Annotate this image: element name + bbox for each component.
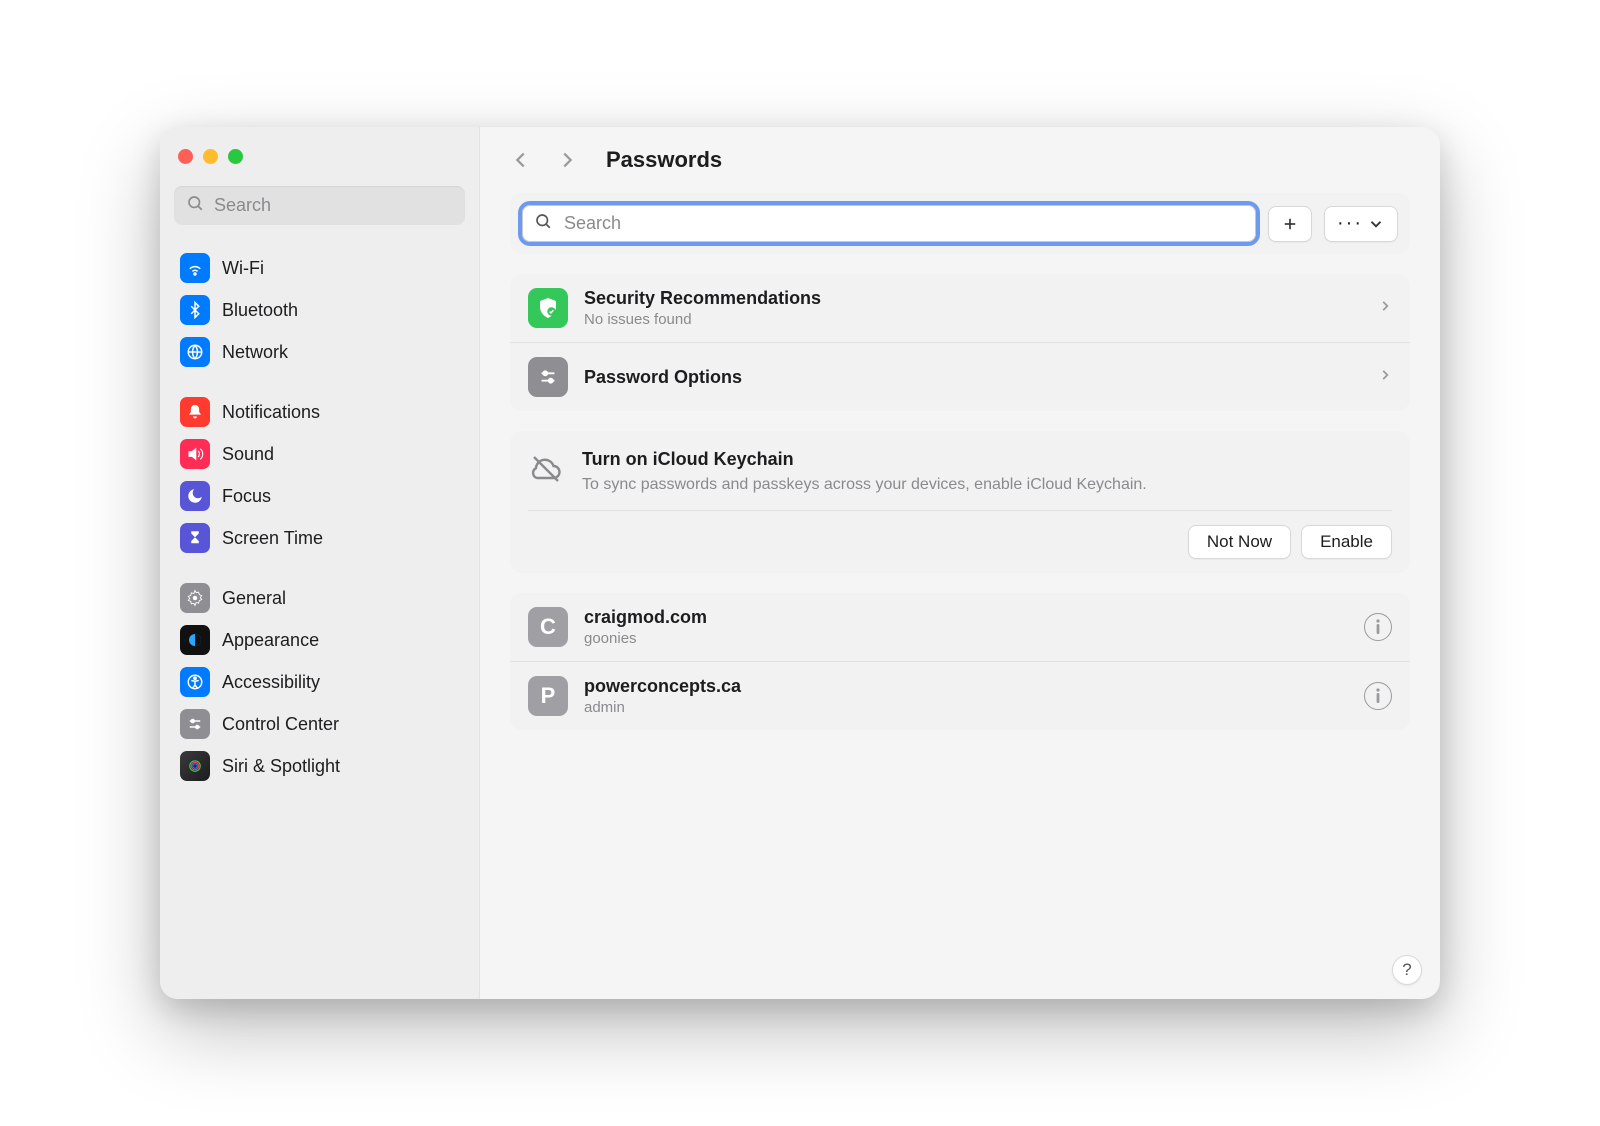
- sidebar-item-label: Network: [222, 342, 288, 363]
- icloud-keychain-card: Turn on iCloud Keychain To sync password…: [510, 431, 1410, 573]
- content: ··· Security Recommendations No issues f…: [480, 183, 1440, 760]
- security-section: Security Recommendations No issues found…: [510, 274, 1410, 411]
- keychain-title: Turn on iCloud Keychain: [582, 449, 1147, 470]
- close-button[interactable]: [178, 149, 193, 164]
- info-button[interactable]: [1364, 613, 1392, 641]
- search-icon: [534, 212, 552, 235]
- enable-button[interactable]: Enable: [1301, 525, 1392, 559]
- sliders-icon: [180, 709, 210, 739]
- sidebar-group: Wi-Fi Bluetooth Network: [174, 247, 465, 373]
- sidebar-item-notifications[interactable]: Notifications: [174, 391, 465, 433]
- sidebar-item-general[interactable]: General: [174, 577, 465, 619]
- keychain-actions: Not Now Enable: [528, 510, 1392, 559]
- sidebar-item-label: Wi-Fi: [222, 258, 264, 279]
- search-icon: [186, 194, 204, 217]
- fullscreen-button[interactable]: [228, 149, 243, 164]
- chevron-right-icon: [1378, 368, 1392, 387]
- sidebar-item-siri[interactable]: Siri & Spotlight: [174, 745, 465, 787]
- sidebar-group: General Appearance Accessibility Control…: [174, 577, 465, 787]
- settings-window: Wi-Fi Bluetooth Network Notific: [160, 127, 1440, 999]
- sidebar-item-accessibility[interactable]: Accessibility: [174, 661, 465, 703]
- security-recommendations-title: Security Recommendations: [584, 288, 1362, 309]
- sidebar-item-label: Screen Time: [222, 528, 323, 549]
- entry-site: craigmod.com: [584, 607, 1348, 628]
- wifi-icon: [180, 253, 210, 283]
- bell-icon: [180, 397, 210, 427]
- password-options-row[interactable]: Password Options: [510, 342, 1410, 411]
- main-pane: Passwords ···: [480, 127, 1440, 999]
- gear-icon: [180, 583, 210, 613]
- sidebar-item-screentime[interactable]: Screen Time: [174, 517, 465, 559]
- sidebar-item-sound[interactable]: Sound: [174, 433, 465, 475]
- keychain-message: Turn on iCloud Keychain To sync password…: [582, 449, 1147, 496]
- entry-username: admin: [584, 699, 1348, 716]
- password-entries: C craigmod.com goonies P powerconcepts.c…: [510, 593, 1410, 730]
- sidebar-item-label: Siri & Spotlight: [222, 756, 340, 777]
- chevron-down-icon: [1367, 215, 1385, 233]
- siri-icon: [180, 751, 210, 781]
- entry-site: powerconcepts.ca: [584, 676, 1348, 697]
- more-options-button[interactable]: ···: [1324, 206, 1398, 242]
- sidebar-item-label: General: [222, 588, 286, 609]
- forward-button[interactable]: [556, 149, 578, 171]
- sidebar-item-label: Bluetooth: [222, 300, 298, 321]
- sidebar-item-network[interactable]: Network: [174, 331, 465, 373]
- window-controls: [174, 145, 465, 186]
- sidebar-search-input[interactable]: [212, 194, 453, 217]
- passwords-search-bar: ···: [510, 193, 1410, 254]
- sidebar-item-label: Focus: [222, 486, 271, 507]
- speaker-icon: [180, 439, 210, 469]
- sidebar-item-focus[interactable]: Focus: [174, 475, 465, 517]
- sidebar: Wi-Fi Bluetooth Network Notific: [160, 127, 480, 999]
- password-entry-row[interactable]: P powerconcepts.ca admin: [510, 661, 1410, 730]
- sidebar-item-label: Notifications: [222, 402, 320, 423]
- moon-icon: [180, 481, 210, 511]
- sidebar-item-label: Control Center: [222, 714, 339, 735]
- row-body: Security Recommendations No issues found: [584, 288, 1362, 328]
- hourglass-icon: [180, 523, 210, 553]
- sidebar-item-appearance[interactable]: Appearance: [174, 619, 465, 661]
- security-recommendations-subtitle: No issues found: [584, 311, 1362, 328]
- site-monogram: C: [528, 607, 568, 647]
- page-title: Passwords: [606, 147, 722, 173]
- row-body: Password Options: [584, 367, 1362, 388]
- bluetooth-icon: [180, 295, 210, 325]
- sidebar-item-controlcenter[interactable]: Control Center: [174, 703, 465, 745]
- sidebar-item-label: Sound: [222, 444, 274, 465]
- help-button[interactable]: ?: [1392, 955, 1422, 985]
- row-body: powerconcepts.ca admin: [584, 676, 1348, 716]
- add-password-button[interactable]: [1268, 206, 1312, 242]
- password-options-title: Password Options: [584, 367, 1362, 388]
- password-entry-row[interactable]: C craigmod.com goonies: [510, 593, 1410, 661]
- sidebar-item-bluetooth[interactable]: Bluetooth: [174, 289, 465, 331]
- sidebar-search[interactable]: [174, 186, 465, 225]
- accessibility-icon: [180, 667, 210, 697]
- main-header: Passwords: [480, 127, 1440, 183]
- info-button[interactable]: [1364, 682, 1392, 710]
- site-monogram: P: [528, 676, 568, 716]
- row-body: craigmod.com goonies: [584, 607, 1348, 647]
- sidebar-group: Notifications Sound Focus Screen Time: [174, 391, 465, 559]
- sidebar-item-wifi[interactable]: Wi-Fi: [174, 247, 465, 289]
- ellipsis-icon: ···: [1337, 212, 1363, 235]
- entry-username: goonies: [584, 630, 1348, 647]
- cloud-off-icon: [528, 449, 564, 496]
- sliders-icon: [528, 357, 568, 397]
- not-now-button[interactable]: Not Now: [1188, 525, 1291, 559]
- chevron-right-icon: [1378, 299, 1392, 318]
- minimize-button[interactable]: [203, 149, 218, 164]
- shield-check-icon: [528, 288, 568, 328]
- sidebar-item-label: Appearance: [222, 630, 319, 651]
- globe-icon: [180, 337, 210, 367]
- passwords-search-input[interactable]: [562, 212, 1244, 235]
- back-button[interactable]: [510, 149, 532, 171]
- passwords-search-field[interactable]: [522, 205, 1256, 242]
- keychain-subtitle: To sync passwords and passkeys across yo…: [582, 474, 1147, 496]
- sidebar-item-label: Accessibility: [222, 672, 320, 693]
- appearance-icon: [180, 625, 210, 655]
- security-recommendations-row[interactable]: Security Recommendations No issues found: [510, 274, 1410, 342]
